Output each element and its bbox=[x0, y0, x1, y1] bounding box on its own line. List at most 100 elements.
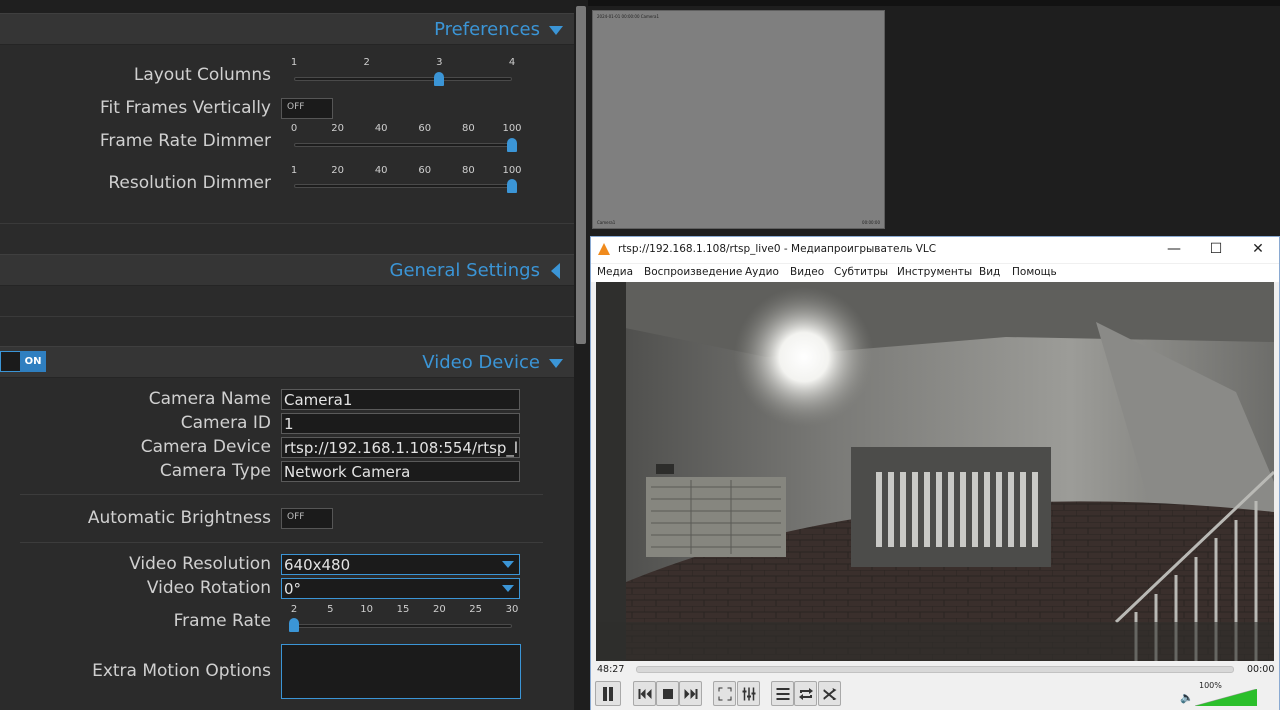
auto-brightness-label: Automatic Brightness bbox=[87, 508, 271, 528]
camera-name-field[interactable]: Camera1 bbox=[281, 389, 520, 410]
video-resolution-select[interactable]: 640x480 bbox=[281, 554, 520, 575]
video-frame[interactable] bbox=[596, 282, 1274, 661]
menu-view[interactable]: Вид bbox=[979, 266, 1000, 278]
resolution-dimmer-tick: 40 bbox=[374, 165, 388, 176]
frame-rate-dimmer-slider[interactable] bbox=[294, 143, 512, 147]
camera-type-field[interactable]: Network Camera bbox=[281, 461, 520, 482]
extra-motion-textarea[interactable] bbox=[281, 644, 521, 699]
video-image bbox=[596, 282, 1274, 661]
close-button[interactable]: ✕ bbox=[1237, 237, 1279, 263]
chevron-down-icon bbox=[502, 585, 514, 592]
loop-button[interactable] bbox=[794, 681, 817, 706]
pause-icon bbox=[603, 686, 613, 701]
thumbnail-overlay-top: 2024-01-01 00:00:00 Camera1 bbox=[597, 14, 659, 19]
divider bbox=[0, 316, 574, 317]
video-resolution-label: Video Resolution bbox=[129, 554, 271, 574]
pause-button[interactable] bbox=[595, 681, 621, 706]
menu-media[interactable]: Медиа bbox=[597, 266, 633, 278]
chevron-down-icon bbox=[502, 561, 514, 568]
stop-button[interactable] bbox=[656, 681, 679, 706]
camera-device-label: Camera Device bbox=[140, 437, 271, 457]
thumbnail-overlay-bottom-left: Camera1 bbox=[597, 220, 616, 225]
menu-subtitles[interactable]: Субтитры bbox=[834, 266, 888, 278]
resolution-dimmer-handle[interactable] bbox=[507, 179, 517, 193]
vlc-controls: 🔈 100% bbox=[591, 678, 1279, 710]
fullscreen-button[interactable] bbox=[713, 681, 736, 706]
resolution-dimmer-tick: 20 bbox=[331, 165, 344, 176]
layout-columns-handle[interactable] bbox=[434, 72, 445, 86]
time-elapsed: 48:27 bbox=[597, 664, 625, 675]
fit-frames-state: OFF bbox=[287, 102, 305, 112]
vlc-window-title: rtsp://192.168.1.108/rtsp_live0 - Медиап… bbox=[618, 243, 937, 255]
next-button[interactable] bbox=[679, 681, 702, 706]
video-device-header[interactable]: Video Device bbox=[0, 346, 574, 378]
frame-rate-dimmer-ticks: 0 20 40 60 80 100 bbox=[290, 123, 522, 135]
settings-scrollbar[interactable] bbox=[574, 0, 588, 710]
camera-type-label: Camera Type bbox=[159, 461, 271, 481]
extended-settings-button[interactable] bbox=[737, 681, 760, 706]
shuffle-button[interactable] bbox=[818, 681, 841, 706]
layout-columns-slider[interactable] bbox=[294, 77, 512, 81]
vlc-titlebar[interactable]: rtsp://192.168.1.108/rtsp_live0 - Медиап… bbox=[591, 237, 1279, 263]
minimize-button[interactable]: — bbox=[1153, 237, 1195, 263]
resolution-dimmer-tick: 80 bbox=[462, 165, 475, 176]
extended-settings-icon bbox=[742, 687, 755, 700]
video-rotation-select[interactable]: 0° bbox=[281, 578, 520, 599]
frame-rate-dimmer-tick: 100 bbox=[502, 123, 522, 134]
extra-motion-label: Extra Motion Options bbox=[92, 661, 271, 681]
vlc-cone-icon bbox=[598, 243, 610, 255]
general-settings-title: General Settings bbox=[389, 260, 541, 281]
frame-rate-handle[interactable] bbox=[289, 618, 299, 632]
menu-playback[interactable]: Воспроизведение bbox=[644, 266, 742, 278]
video-rotation-label: Video Rotation bbox=[146, 578, 271, 598]
resolution-dimmer-tick: 1 bbox=[290, 165, 298, 176]
frame-rate-dimmer-tick: 0 bbox=[290, 123, 298, 134]
frame-rate-tick: 25 bbox=[469, 604, 483, 615]
menu-help[interactable]: Помощь bbox=[1012, 266, 1057, 278]
shuffle-icon bbox=[823, 687, 836, 700]
frame-rate-dimmer-handle[interactable] bbox=[507, 138, 517, 152]
playlist-button[interactable] bbox=[771, 681, 794, 706]
camera-thumbnail[interactable]: 2024-01-01 00:00:00 Camera1 Camera1 00:0… bbox=[592, 10, 885, 229]
previous-button[interactable] bbox=[633, 681, 656, 706]
frame-rate-slider[interactable] bbox=[294, 624, 512, 628]
loop-icon bbox=[798, 687, 813, 700]
thumbnail-overlay-bottom-right: 00:00:00 bbox=[862, 220, 880, 225]
frame-rate-dimmer-tick: 20 bbox=[331, 123, 344, 134]
seek-bar[interactable] bbox=[636, 666, 1234, 673]
top-strip bbox=[0, 0, 574, 13]
speaker-icon[interactable]: 🔈 bbox=[1180, 691, 1194, 704]
frame-rate-tick: 20 bbox=[432, 604, 446, 615]
layout-columns-tick: 3 bbox=[436, 57, 443, 68]
layout-columns-tick: 1 bbox=[290, 57, 298, 68]
triangle-down-icon bbox=[549, 359, 563, 368]
preferences-header[interactable]: Preferences bbox=[0, 13, 574, 45]
resolution-dimmer-tick: 100 bbox=[502, 165, 522, 176]
video-device-enable-toggle[interactable]: ON bbox=[0, 351, 46, 372]
camera-device-field[interactable]: rtsp://192.168.1.108:554/rtsp_liv bbox=[281, 437, 520, 458]
volume-slider[interactable] bbox=[1195, 689, 1257, 706]
scrollbar-thumb[interactable] bbox=[576, 6, 586, 344]
divider bbox=[20, 494, 543, 495]
menu-tools[interactable]: Инструменты bbox=[897, 266, 972, 278]
frame-rate-ticks: 2 5 10 15 20 25 30 bbox=[291, 604, 519, 616]
maximize-button[interactable]: ☐ bbox=[1195, 237, 1237, 263]
fullscreen-icon bbox=[718, 687, 731, 700]
auto-brightness-state: OFF bbox=[287, 512, 305, 522]
general-settings-header[interactable]: General Settings bbox=[0, 254, 574, 286]
resolution-dimmer-ticks: 1 20 40 60 80 100 bbox=[290, 165, 522, 177]
fit-frames-toggle[interactable]: OFF bbox=[281, 98, 333, 119]
resolution-dimmer-slider[interactable] bbox=[294, 184, 512, 188]
frame-rate-tick: 15 bbox=[396, 604, 410, 615]
layout-columns-tick: 2 bbox=[363, 57, 370, 68]
menu-audio[interactable]: Аудио bbox=[745, 266, 779, 278]
video-resolution-value: 640x480 bbox=[284, 556, 351, 574]
triangle-down-icon bbox=[549, 26, 563, 35]
frame-rate-tick: 10 bbox=[360, 604, 374, 615]
next-icon bbox=[684, 688, 697, 699]
menu-video[interactable]: Видео bbox=[790, 266, 824, 278]
stop-icon bbox=[662, 688, 673, 699]
camera-id-field[interactable]: 1 bbox=[281, 413, 520, 434]
playlist-icon bbox=[776, 687, 789, 700]
auto-brightness-toggle[interactable]: OFF bbox=[281, 508, 333, 529]
